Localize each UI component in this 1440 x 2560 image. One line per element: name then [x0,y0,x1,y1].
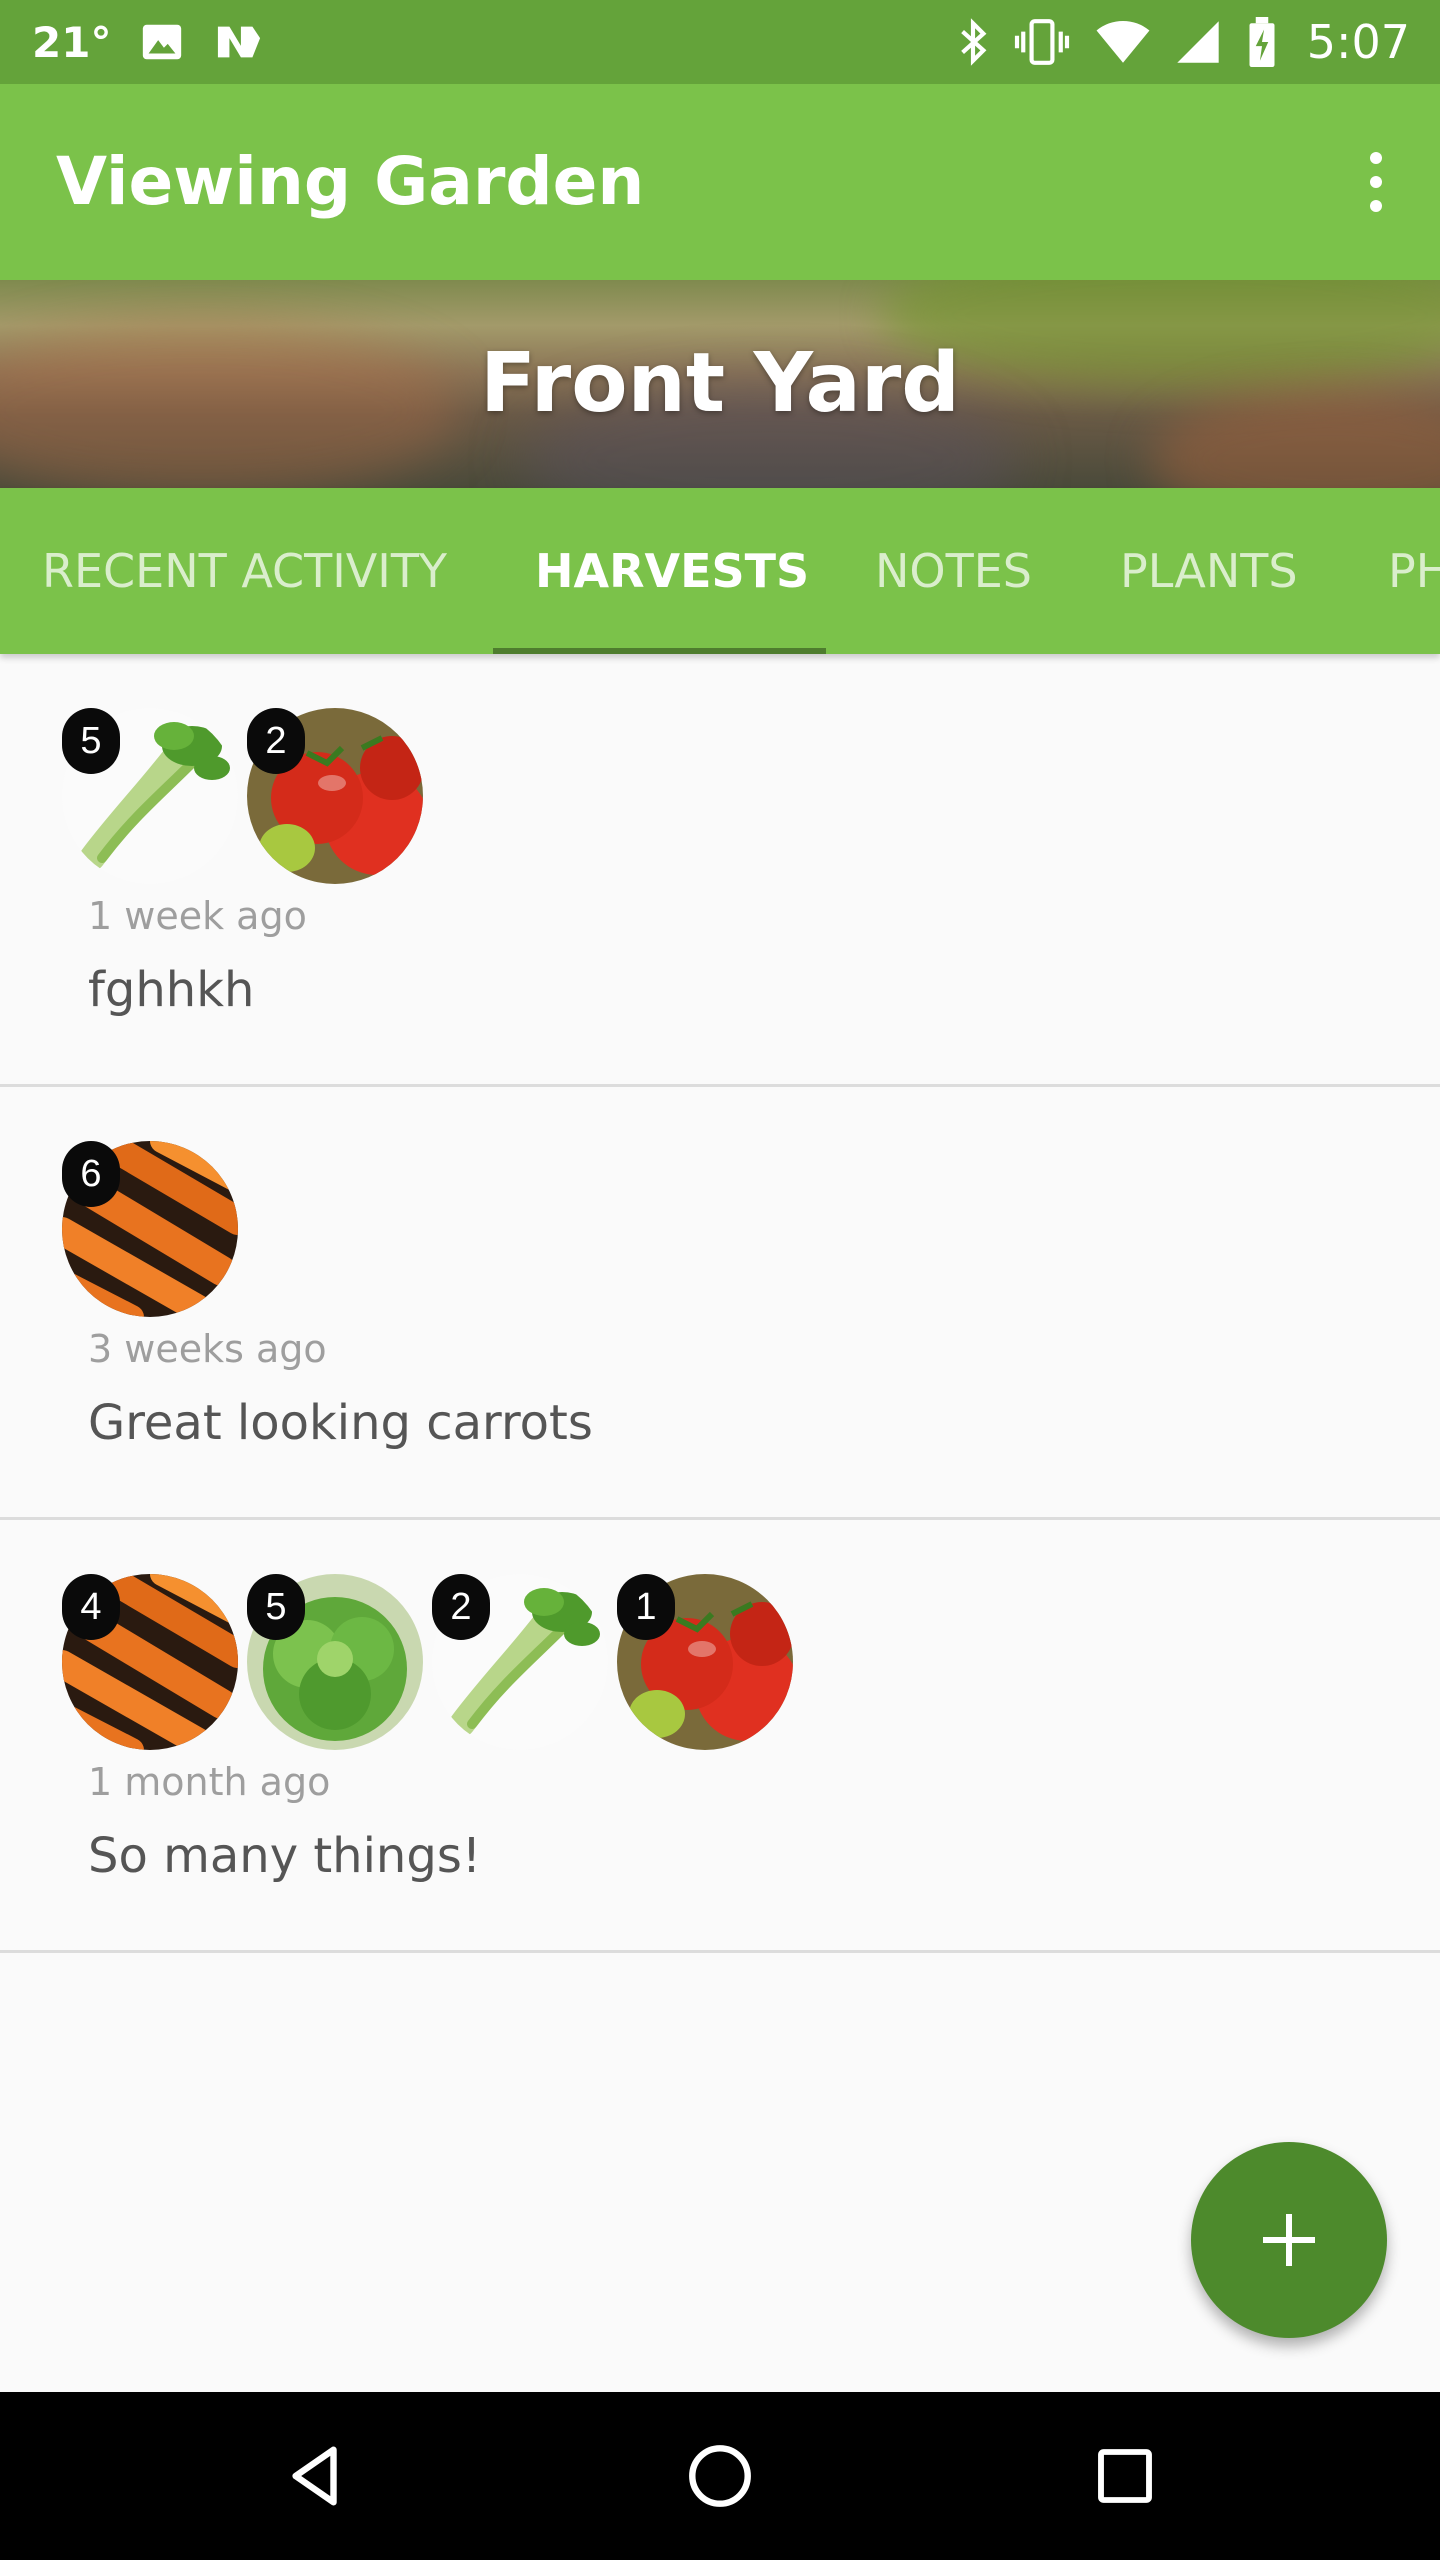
quantity-badge: 4 [62,1574,120,1640]
tab-bar: RECENT ACTIVITY HARVESTS NOTES PLANTS PH [0,488,1440,654]
overflow-dot [1370,200,1382,212]
harvest-card[interactable]: 6 3 weeks ago Great looking carrots [0,1087,1440,1520]
status-left: 21° [32,0,265,84]
harvest-card[interactable]: 4 5 2 1 1 month ago So many things! [0,1520,1440,1953]
recents-icon[interactable] [1075,2426,1175,2526]
home-icon[interactable] [670,2426,770,2526]
temperature-text: 21° [32,17,112,67]
quantity-badge: 5 [247,1574,305,1640]
tab-photos[interactable]: PH [1388,488,1440,654]
quantity-badge: 2 [432,1574,490,1640]
harvest-card[interactable]: 5 2 1 week ago fghhkh [0,654,1440,1087]
garden-header-banner: Front Yard [0,280,1440,488]
tab-recent-activity[interactable]: RECENT ACTIVITY [42,488,447,654]
cell-signal-icon [1173,19,1223,65]
app-title: Viewing Garden [56,143,645,220]
harvest-note: So many things! [88,1828,482,1884]
harvest-time: 1 month ago [88,1760,331,1804]
vibrate-icon [1011,17,1073,67]
garden-name: Front Yard [480,336,960,431]
harvest-note: Great looking carrots [88,1395,593,1451]
back-icon[interactable] [266,2426,366,2526]
quantity-badge: 1 [617,1574,675,1640]
overflow-dot [1370,152,1382,164]
battery-charging-icon [1245,17,1279,67]
bluetooth-icon [957,17,989,67]
tab-notes[interactable]: NOTES [875,488,1032,654]
system-nav-bar [0,2392,1440,2560]
harvest-time: 1 week ago [88,894,307,938]
quantity-badge: 6 [62,1141,120,1207]
news-icon [213,19,265,65]
add-icon-bar [1286,2214,1292,2266]
app-bar: Viewing Garden [0,84,1440,280]
image-icon [139,19,185,65]
more-vert-icon[interactable] [1352,144,1400,220]
wifi-icon [1095,19,1151,65]
status-right: 5:07 [957,0,1410,84]
harvest-time: 3 weeks ago [88,1327,327,1371]
tab-harvests[interactable]: HARVESTS [535,488,809,654]
quantity-badge: 5 [62,708,120,774]
add-harvest-button[interactable] [1191,2142,1387,2338]
overflow-dot [1370,176,1382,188]
clock-text: 5:07 [1306,15,1410,69]
tab-plants[interactable]: PLANTS [1120,488,1298,654]
harvest-note: fghhkh [88,962,255,1018]
status-bar: 21° 5:07 [0,0,1440,84]
quantity-badge: 2 [247,708,305,774]
